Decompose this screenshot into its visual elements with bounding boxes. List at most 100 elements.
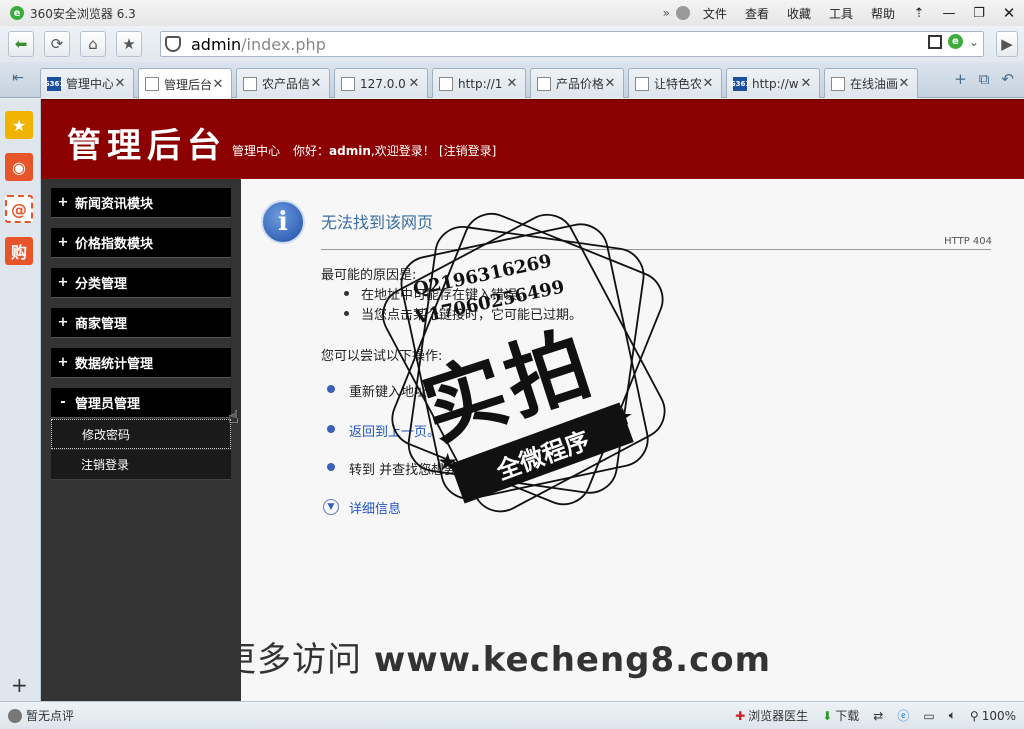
tab-close-icon[interactable]: ✕: [309, 76, 323, 91]
menu-news[interactable]: + 新闻资讯模块: [51, 188, 231, 218]
tab-7[interactable]: G361 http://w ✕: [726, 68, 820, 98]
browser-doctor[interactable]: ✚ 浏览器医生: [735, 707, 808, 724]
header-logout-link[interactable]: [注销登录]: [439, 142, 496, 159]
doctor-label: 浏览器医生: [748, 709, 809, 723]
menu-category[interactable]: + 分类管理: [51, 268, 231, 298]
user-icon[interactable]: [675, 6, 690, 20]
admin-menu: + 新闻资讯模块 + 价格指数模块 + 分类管理 + 商家管理 + 数据统计管理 - 管理员…: [41, 179, 241, 701]
status-right: ✚ 浏览器医生 ⬇ 下载 ⇄ ⓔ ▭ 🔈︎ ⚲ 100%: [735, 707, 1016, 724]
tab-close-icon[interactable]: ✕: [603, 76, 617, 91]
page-favicon-icon: [243, 76, 257, 91]
menu-tools[interactable]: 工具: [829, 5, 853, 22]
volume-icon[interactable]: 🔈︎: [949, 708, 956, 723]
zoom[interactable]: ⚲ 100%: [970, 709, 1016, 723]
address-tools: e ⌄: [927, 34, 979, 49]
skin-icon[interactable]: ⇡: [904, 2, 934, 24]
tab-close-icon[interactable]: ✕: [897, 76, 911, 91]
download-arrow-icon: ⬇: [822, 708, 833, 723]
tab-close-icon[interactable]: ✕: [407, 76, 421, 91]
email-icon[interactable]: @: [5, 195, 33, 223]
restore-button[interactable]: ❐: [964, 2, 994, 24]
tab-4[interactable]: http://1 ✕: [432, 68, 526, 98]
home-button[interactable]: ⌂: [80, 31, 106, 57]
submenu-change-password[interactable]: 修改密码: [51, 419, 231, 449]
tab-3[interactable]: 127.0.0. ✕: [334, 68, 428, 98]
greeting-prefix: 你好：: [293, 144, 330, 158]
restore-tab-icon[interactable]: ⇤: [4, 70, 32, 92]
tab-0[interactable]: G361 管理中心 ✕: [40, 68, 134, 98]
navigation-bar: ⬅ ⟳ ⌂ ★ admin/index.php e ⌄ ▶: [0, 26, 1024, 62]
tab-5[interactable]: 产品价格 ✕: [530, 68, 624, 98]
tab-close-icon[interactable]: ✕: [799, 76, 813, 91]
screen-icon[interactable]: ▭: [923, 709, 934, 723]
collapse-sign: -: [60, 395, 66, 410]
back-button[interactable]: ⬅: [8, 31, 34, 57]
address-bar[interactable]: admin/index.php e ⌄: [160, 31, 984, 57]
qr-code-icon[interactable]: [927, 34, 942, 49]
comment-icon: [8, 708, 22, 723]
menu-favorites[interactable]: 收藏: [787, 5, 811, 22]
menu-label: 数据统计管理: [75, 357, 154, 372]
tab-8[interactable]: 在线油画 ✕: [824, 68, 918, 98]
shopping-icon[interactable]: 购: [5, 237, 33, 265]
page-favicon-icon: [439, 76, 453, 91]
page-favicon-icon: [145, 77, 159, 91]
tab-2[interactable]: 农产品信 ✕: [236, 68, 330, 98]
status-bar: 暂无点评 ✚ 浏览器医生 ⬇ 下载 ⇄ ⓔ ▭ 🔈︎ ⚲ 100%: [0, 701, 1024, 729]
submenu-logout[interactable]: 注销登录: [51, 450, 231, 480]
tab-close-icon[interactable]: ✕: [505, 76, 519, 91]
close-button[interactable]: ✕: [994, 2, 1024, 24]
menu-price-index[interactable]: + 价格指数模块: [51, 228, 231, 258]
menu-file[interactable]: 文件: [703, 5, 727, 22]
favorites-star-icon[interactable]: ★: [5, 111, 33, 139]
download-label: 下载: [835, 709, 860, 723]
details-link[interactable]: 详细信息: [349, 498, 401, 517]
menu-merchant[interactable]: + 商家管理: [51, 308, 231, 338]
address-url[interactable]: admin/index.php: [191, 35, 326, 54]
admin-center-link[interactable]: 管理中心: [232, 142, 280, 159]
download[interactable]: ⬇ 下载: [822, 707, 859, 724]
undo-close-icon[interactable]: ↶: [1001, 70, 1014, 88]
new-tab-icon[interactable]: +: [954, 70, 967, 88]
tab-list-icon[interactable]: ⧉: [979, 70, 990, 88]
favorite-star-button[interactable]: ★: [116, 31, 142, 57]
menu-label: 价格指数模块: [75, 237, 154, 252]
menu-help[interactable]: 帮助: [871, 5, 895, 22]
menu-view[interactable]: 查看: [745, 5, 769, 22]
bullet: [344, 291, 349, 296]
expand-sign: +: [57, 315, 69, 330]
minimize-button[interactable]: —: [934, 2, 964, 24]
tab-close-icon[interactable]: ✕: [211, 77, 225, 92]
menu-statistics[interactable]: + 数据统计管理: [51, 348, 231, 378]
cause-heading: 最可能的原因是:: [321, 268, 417, 283]
tab-label: 管理后台: [164, 77, 211, 92]
admin-header: 管理后台 管理中心 你好：admin,欢迎登录！ [注销登录]: [41, 99, 1024, 179]
ie-icon[interactable]: ⓔ: [897, 707, 909, 724]
status-left: 暂无点评: [8, 707, 74, 724]
status-comment[interactable]: 暂无点评: [26, 707, 74, 724]
title-bar-controls: » 文件 查看 收藏 工具 帮助 ⇡ — ❐ ✕: [663, 0, 1024, 26]
bullet: [344, 311, 349, 316]
option-go-back-link[interactable]: 返回到上一页。: [349, 421, 440, 440]
double-chevron-icon[interactable]: »: [663, 6, 670, 20]
sidebar-add-icon[interactable]: +: [11, 673, 28, 697]
tab-close-icon[interactable]: ✕: [701, 76, 715, 91]
g361-favicon-icon: G361: [44, 76, 64, 91]
tab-close-icon[interactable]: ✕: [113, 76, 127, 91]
ie-mode-icon[interactable]: e: [947, 34, 963, 49]
menu-admin[interactable]: - 管理员管理: [51, 388, 231, 418]
go-forward-button[interactable]: ▶: [996, 31, 1018, 57]
speed-icon[interactable]: ⇄: [873, 709, 883, 723]
refresh-button[interactable]: ⟳: [44, 31, 70, 57]
tab-1[interactable]: 管理后台 ✕: [138, 68, 232, 99]
page-favicon-icon: [635, 76, 649, 91]
watermark-prefix: 更多访问: [222, 640, 374, 680]
tab-6[interactable]: 让特色农 ✕: [628, 68, 722, 98]
weibo-icon[interactable]: ◉: [5, 153, 33, 181]
tab-label: 127.0.0.: [360, 76, 407, 91]
g361-favicon-icon: G361: [730, 76, 750, 91]
greeting-suffix: ,欢迎登录！: [370, 144, 435, 158]
tab-label: 管理中心: [66, 77, 113, 91]
dropdown-chevron-icon[interactable]: ⌄: [969, 35, 979, 49]
expand-details-icon[interactable]: ▼: [323, 499, 339, 515]
